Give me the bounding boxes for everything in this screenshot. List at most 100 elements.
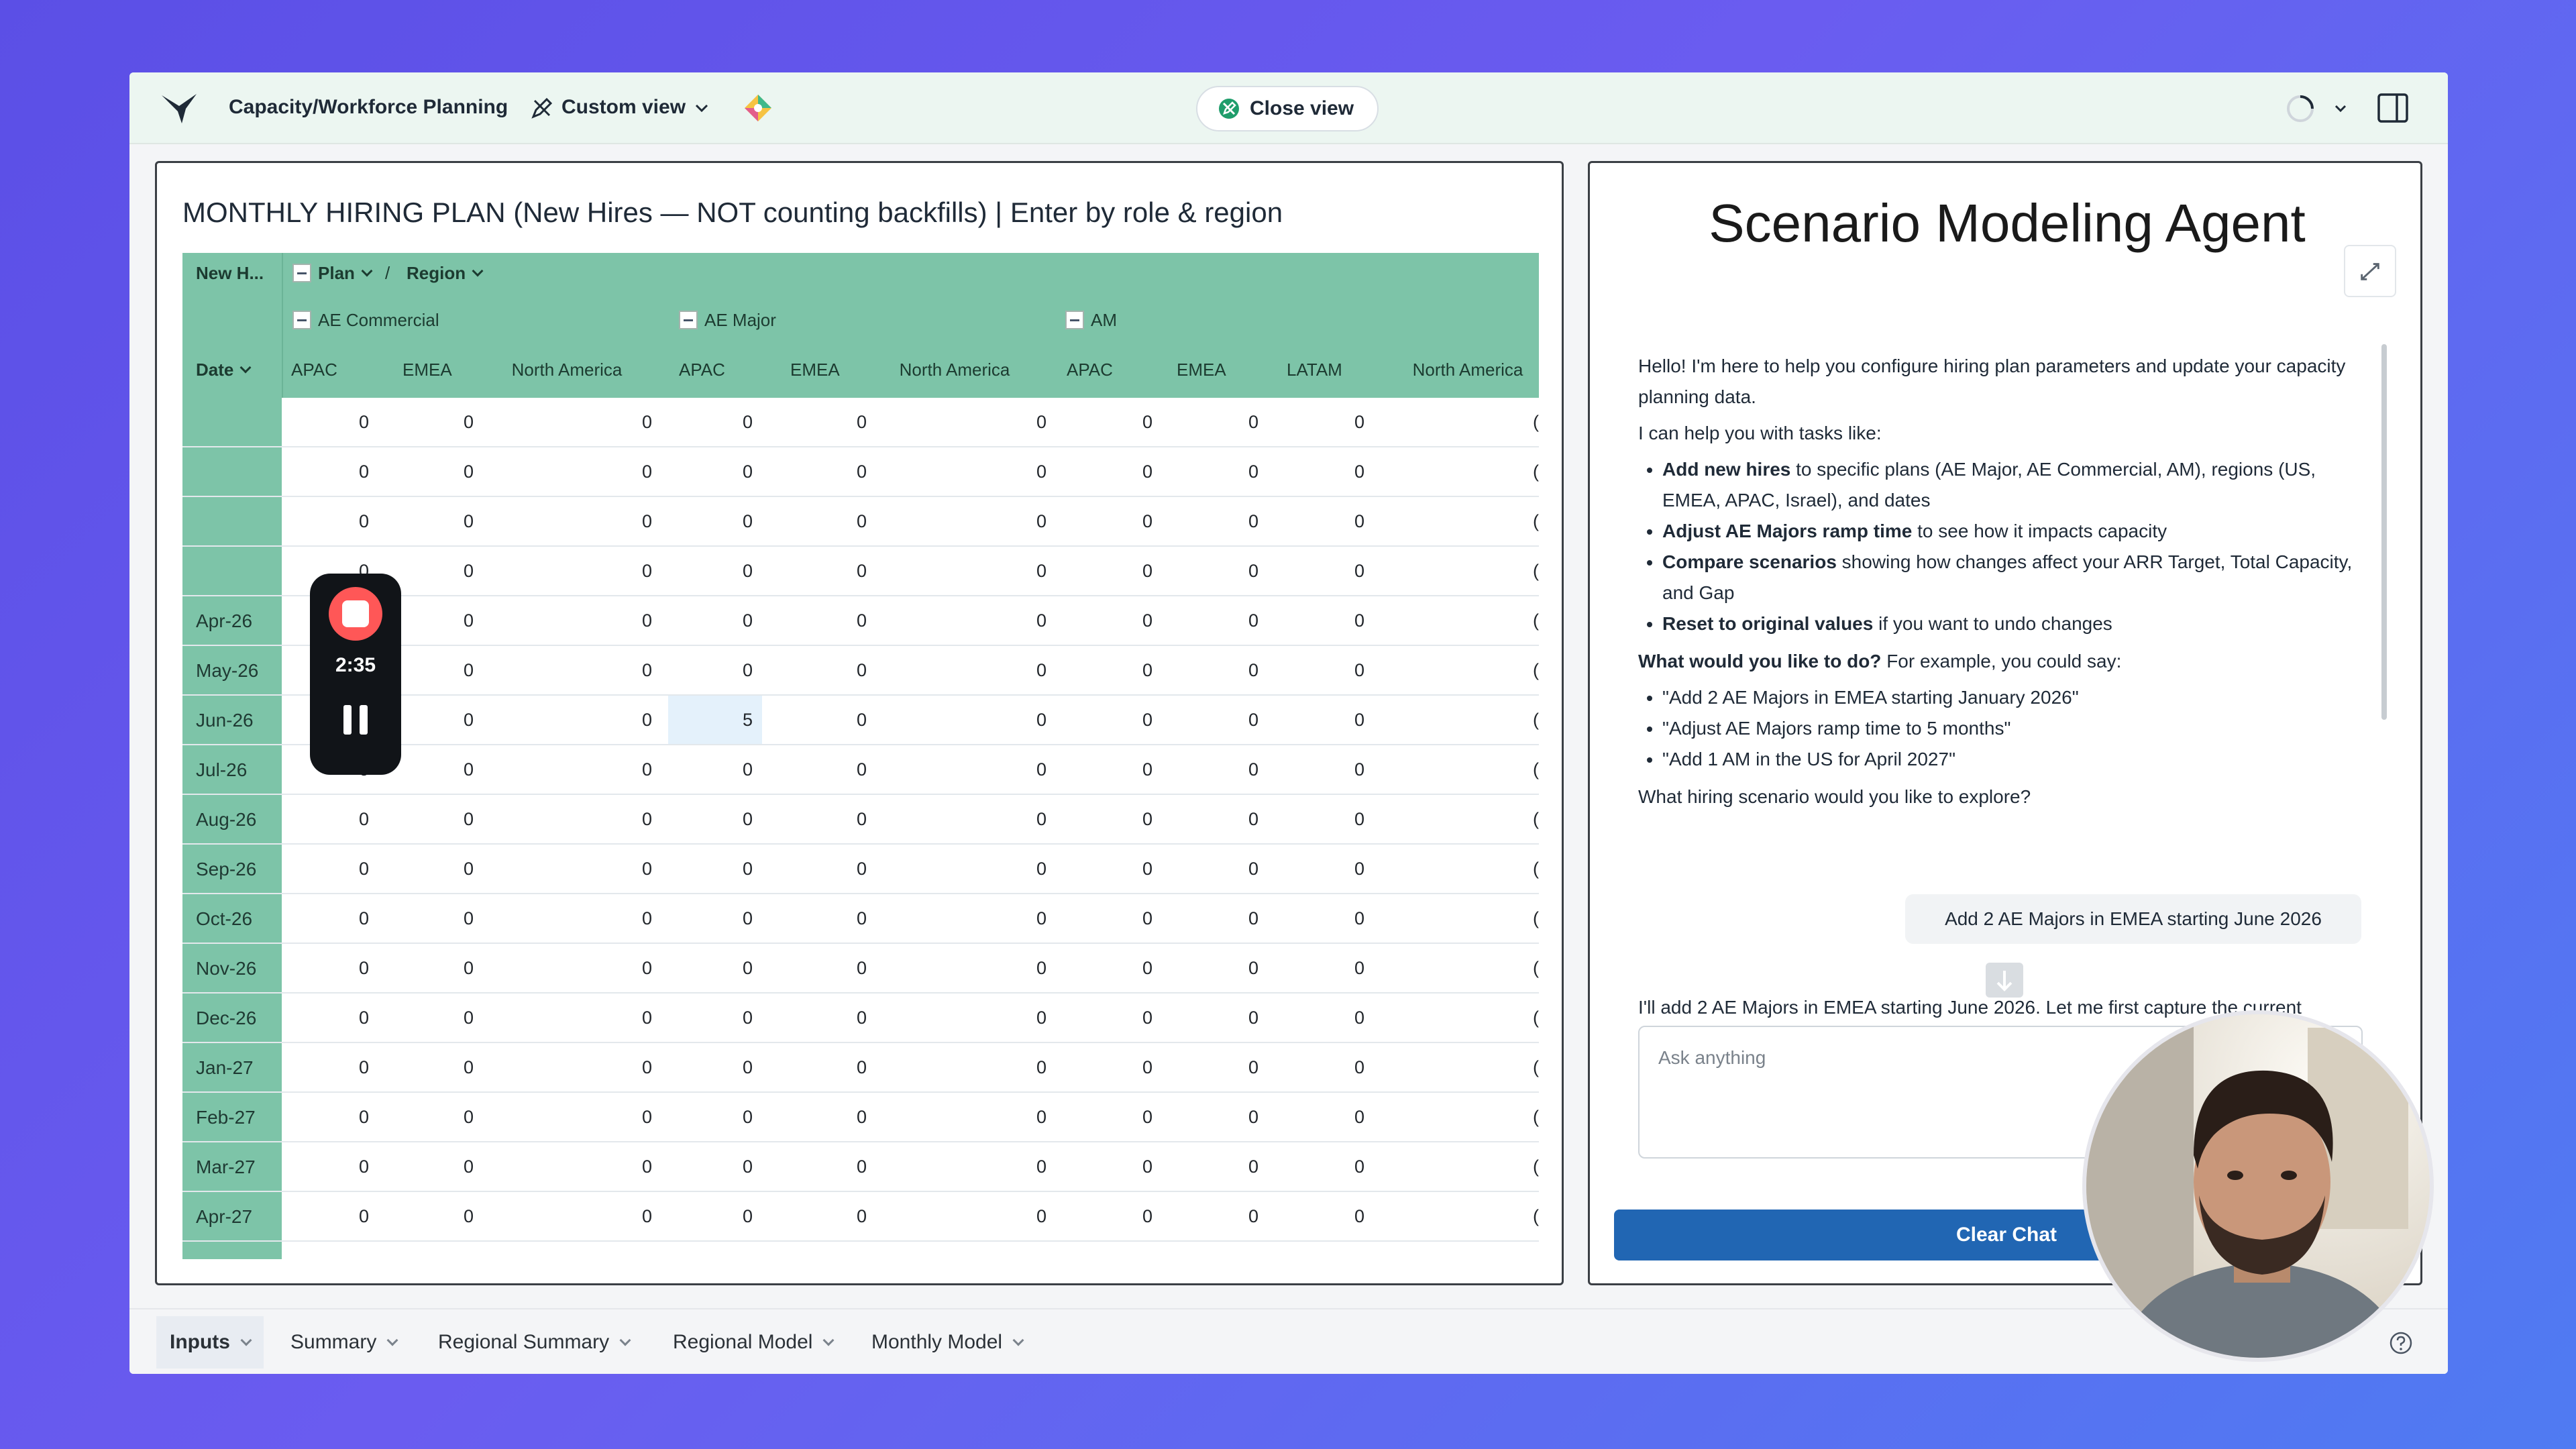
grid-cell[interactable]: 0 [380, 447, 474, 496]
grid-cell[interactable]: 0 [953, 696, 1046, 744]
grid-cell[interactable]: 0 [275, 447, 369, 496]
grid-cell[interactable]: 0 [275, 398, 369, 446]
grid-cell[interactable]: 0 [1271, 1192, 1364, 1240]
grid-cell[interactable]: 0 [1165, 1093, 1258, 1141]
grid-cell[interactable]: 0 [380, 845, 474, 893]
grid-cell[interactable]: 0 [1059, 1043, 1152, 1091]
grid-cell[interactable]: 0 [668, 1142, 762, 1191]
grid-cell[interactable]: 0 [773, 596, 867, 645]
sheet-tab[interactable]: Monthly Model [858, 1316, 1036, 1368]
grid-cell[interactable]: 0 [953, 944, 1046, 992]
grid-cell[interactable]: 0 [558, 497, 652, 545]
grid-cell[interactable]: 0 [275, 894, 369, 943]
grid-cell[interactable]: 0 [1165, 894, 1258, 943]
grid-cell[interactable]: 0 [1271, 398, 1364, 446]
column-header[interactable]: EMEA [1177, 358, 1226, 382]
column-header[interactable]: APAC [1067, 358, 1113, 382]
grid-cell[interactable]: 0 [558, 696, 652, 744]
grid-cell-truncated[interactable]: ( [1512, 1192, 1539, 1240]
help-icon[interactable] [2389, 1331, 2413, 1355]
grid-cell[interactable]: 0 [380, 944, 474, 992]
chat-scrollbar[interactable] [2381, 344, 2387, 720]
grid-cell[interactable]: 0 [558, 745, 652, 794]
grid-cell[interactable]: 0 [668, 497, 762, 545]
grid-cell[interactable]: 0 [1059, 1142, 1152, 1191]
column-header[interactable]: LATAM [1287, 358, 1342, 382]
grid-cell[interactable]: 0 [1059, 596, 1152, 645]
grid-cell-truncated[interactable]: ( [1512, 646, 1539, 694]
grid-cell[interactable]: 0 [953, 1093, 1046, 1141]
grid-cell[interactable]: 0 [1165, 1043, 1258, 1091]
grid-cell[interactable]: 0 [953, 994, 1046, 1042]
grid-cell[interactable]: 0 [1271, 646, 1364, 694]
workspace-title[interactable]: Capacity/Workforce Planning [229, 93, 508, 122]
grid-cell[interactable]: 0 [1165, 1142, 1258, 1191]
grid-cell-truncated[interactable]: ( [1512, 795, 1539, 843]
column-header[interactable]: APAC [679, 358, 725, 382]
grid-cell[interactable]: 0 [1271, 1043, 1364, 1091]
sync-status-icon[interactable] [2284, 93, 2316, 125]
grid-cell[interactable]: 0 [773, 1192, 867, 1240]
grid-cell[interactable]: 0 [953, 1142, 1046, 1191]
grid-cell-truncated[interactable]: ( [1512, 696, 1539, 744]
grid-cell[interactable]: 0 [1165, 646, 1258, 694]
grid-cell[interactable]: 0 [953, 1192, 1046, 1240]
grid-cell[interactable]: 0 [558, 1093, 652, 1141]
chevron-down-icon[interactable] [693, 99, 710, 117]
grid-cell[interactable]: 0 [558, 447, 652, 496]
grid-cell[interactable]: 0 [1059, 447, 1152, 496]
column-header[interactable]: North America [502, 358, 632, 382]
grid-cell[interactable]: 0 [380, 1192, 474, 1240]
grid-cell[interactable]: 0 [275, 845, 369, 893]
grid-cell[interactable]: 0 [953, 398, 1046, 446]
grid-cell[interactable]: 0 [1165, 696, 1258, 744]
grid-cell[interactable]: 0 [953, 596, 1046, 645]
sheet-tab[interactable]: Summary [277, 1316, 410, 1368]
grid-cell[interactable]: 0 [953, 447, 1046, 496]
grid-cell[interactable]: 0 [1059, 894, 1152, 943]
grid-cell[interactable]: 0 [1059, 795, 1152, 843]
grid-cell[interactable]: 0 [1059, 497, 1152, 545]
chevron-down-icon[interactable] [619, 1334, 631, 1346]
grid-cell[interactable]: 0 [668, 845, 762, 893]
collapse-ae-commercial-icon[interactable] [292, 311, 311, 329]
grid-cell[interactable]: 0 [773, 745, 867, 794]
grid-cell[interactable]: 0 [953, 646, 1046, 694]
grid-cell[interactable]: 0 [668, 646, 762, 694]
grid-cell[interactable]: 5 [668, 696, 762, 744]
grid-cell[interactable]: 0 [1271, 894, 1364, 943]
grid-cell[interactable]: 0 [558, 1192, 652, 1240]
grid-cell[interactable]: 0 [1271, 447, 1364, 496]
grid-cell[interactable]: 0 [1059, 696, 1152, 744]
grid-cell[interactable]: 0 [1165, 547, 1258, 595]
chevron-down-icon[interactable] [2332, 101, 2349, 117]
grid-cell[interactable]: 0 [773, 696, 867, 744]
grid-cell[interactable]: 0 [1271, 745, 1364, 794]
grid-cell[interactable]: 0 [953, 894, 1046, 943]
grid-cell[interactable]: 0 [558, 1043, 652, 1091]
chevron-down-icon[interactable] [822, 1334, 835, 1346]
grid-cell-truncated[interactable]: ( [1512, 845, 1539, 893]
close-view-button[interactable]: Close view [1196, 86, 1379, 131]
app-logo-icon[interactable] [159, 91, 199, 126]
grid-cell[interactable]: 0 [668, 795, 762, 843]
column-header[interactable]: North America [1397, 358, 1539, 382]
grid-cell[interactable]: 0 [773, 646, 867, 694]
sheet-tab[interactable]: Inputs [156, 1316, 264, 1368]
plan-pivot-dropdown[interactable]: Plan [318, 261, 373, 285]
grid-cell[interactable]: 0 [558, 894, 652, 943]
grid-cell[interactable]: 0 [1059, 845, 1152, 893]
grid-cell[interactable]: 0 [380, 795, 474, 843]
grid-cell[interactable]: 0 [1271, 547, 1364, 595]
grid-cell[interactable]: 0 [1059, 1093, 1152, 1141]
grid-cell[interactable]: 0 [380, 994, 474, 1042]
grid-cell[interactable]: 0 [1059, 646, 1152, 694]
sheet-tab[interactable]: Regional Summary [425, 1316, 643, 1368]
collapse-plan-icon[interactable] [292, 264, 311, 282]
grid-cell[interactable]: 0 [558, 1142, 652, 1191]
grid-cell[interactable]: 0 [380, 1043, 474, 1091]
grid-cell[interactable]: 0 [1271, 1142, 1364, 1191]
sheet-tab[interactable]: Regional Model [659, 1316, 846, 1368]
grid-cell-truncated[interactable]: ( [1512, 894, 1539, 943]
grid-cell[interactable]: 0 [1165, 944, 1258, 992]
